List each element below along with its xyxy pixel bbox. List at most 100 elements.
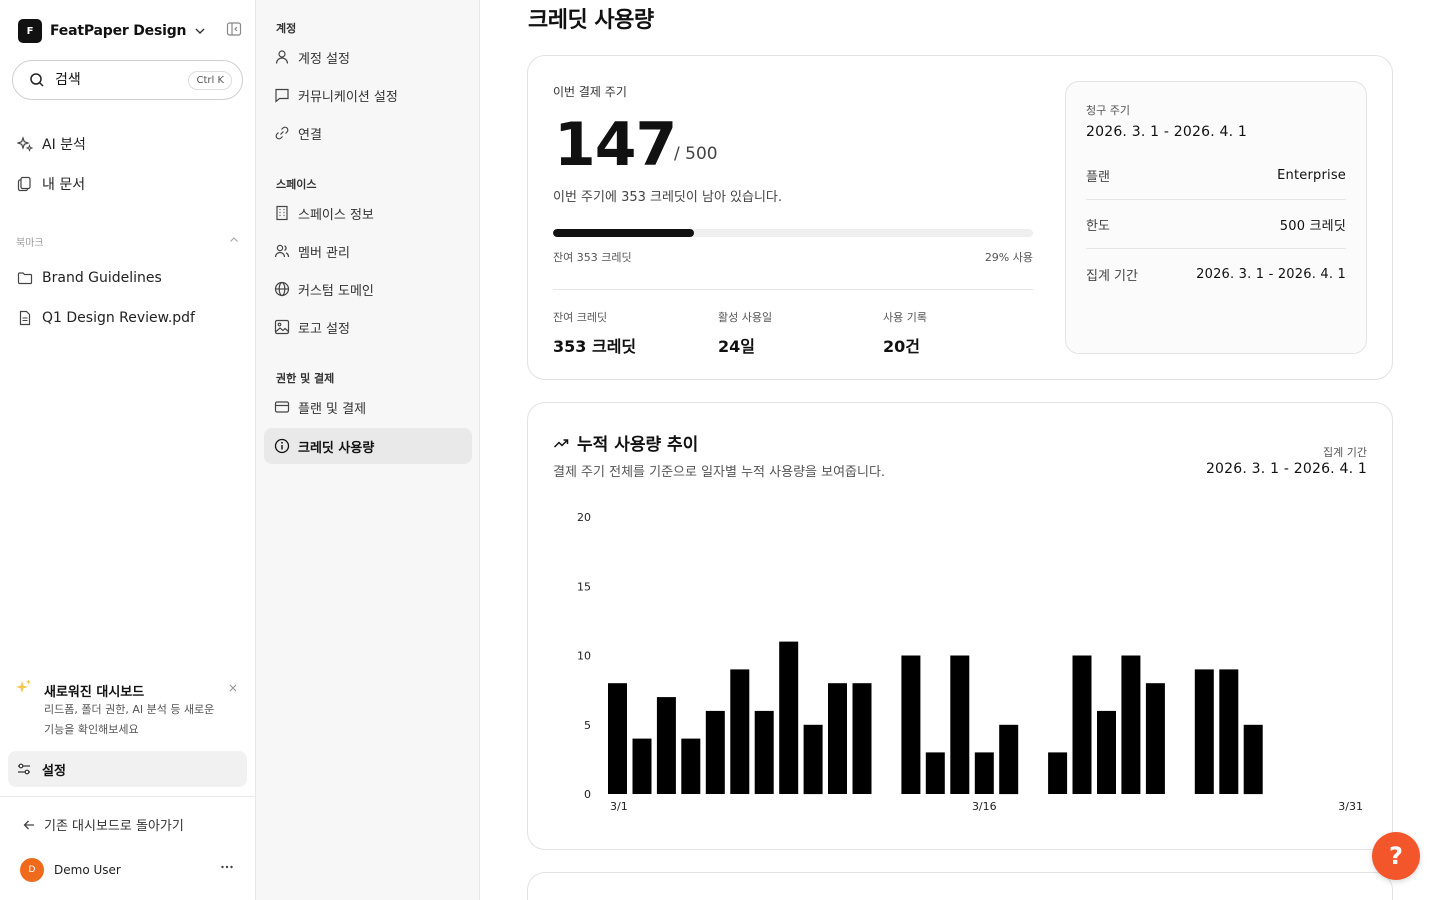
chart-bar[interactable] bbox=[705, 710, 725, 794]
billing-row-label: 집계 기간 bbox=[1086, 268, 1138, 284]
billing-info-panel: 청구 주기 2026. 3. 1 - 2026. 4. 1 플랜 Enterpr… bbox=[1065, 81, 1367, 354]
settings-button[interactable]: 설정 bbox=[8, 751, 247, 787]
workspace-logo: F bbox=[18, 19, 42, 43]
billing-row-label: 한도 bbox=[1086, 219, 1110, 234]
settings-item-connections[interactable]: 연결 bbox=[264, 115, 472, 151]
settings-item-label: 로고 설정 bbox=[298, 321, 350, 337]
bookmark-label: Q1 Design Review.pdf bbox=[42, 310, 195, 326]
chevron-up-icon[interactable] bbox=[228, 234, 240, 249]
sidebar-toggle-icon[interactable] bbox=[226, 21, 242, 37]
settings-item-label: 연결 bbox=[298, 127, 322, 143]
settings-item-space-info[interactable]: 스페이스 정보 bbox=[264, 195, 472, 231]
sidebar-item-label: 내 문서 bbox=[42, 177, 86, 193]
chart-bar[interactable] bbox=[803, 724, 823, 795]
billing-row-limit: 한도 500 크레딧 bbox=[1086, 201, 1346, 249]
users-icon bbox=[274, 243, 290, 259]
settings-item-communication[interactable]: 커뮤니케이션 설정 bbox=[264, 77, 472, 113]
promo-banner: 새로워진 대시보드 리드폼, 폴더 권한, AI 분석 등 새로운 기능을 확인… bbox=[14, 678, 246, 742]
chart-bar[interactable] bbox=[730, 669, 750, 794]
chart-bar[interactable] bbox=[1194, 669, 1214, 794]
chart-bar[interactable] bbox=[974, 752, 994, 794]
settings-item-plan-billing[interactable]: 플랜 및 결제 bbox=[264, 389, 472, 425]
folder-icon bbox=[16, 269, 34, 287]
chart-bar[interactable] bbox=[1048, 752, 1068, 794]
usage-trend-card: 누적 사용량 추이 결제 주기 전체를 기준으로 일자별 누적 사용량을 보여줍… bbox=[527, 402, 1393, 850]
settings-item-label: 계정 설정 bbox=[298, 51, 350, 67]
help-button[interactable]: ? bbox=[1372, 832, 1420, 880]
search-box[interactable]: Ctrl K bbox=[12, 60, 243, 100]
credits-total: / 500 bbox=[674, 144, 718, 164]
settings-item-credit-usage[interactable]: 크레딧 사용량 bbox=[264, 428, 472, 464]
sidebar-item-my-documents[interactable]: 내 문서 bbox=[16, 172, 85, 196]
bookmarks-header[interactable]: 북마크 bbox=[16, 234, 240, 249]
chart-bar[interactable] bbox=[901, 655, 921, 795]
settings-item-label: 플랜 및 결제 bbox=[298, 401, 367, 417]
settings-item-label: 멤버 관리 bbox=[298, 245, 350, 261]
chart-bar[interactable] bbox=[950, 655, 970, 795]
settings-item-logo[interactable]: 로고 설정 bbox=[264, 309, 472, 345]
chart-bar[interactable] bbox=[779, 641, 799, 794]
settings-item-label: 크레딧 사용량 bbox=[298, 440, 375, 456]
chart-bar[interactable] bbox=[1121, 655, 1141, 795]
sparkle-icon bbox=[14, 678, 34, 702]
file-icon bbox=[16, 309, 34, 327]
usage-progress-bar bbox=[553, 229, 1033, 237]
close-icon[interactable] bbox=[228, 682, 238, 697]
sidebar: F FeatPaper Design Ctrl K AI 분석 내 문서 북마크 bbox=[0, 0, 256, 900]
workspace-name: FeatPaper Design bbox=[50, 23, 187, 39]
chart-bar[interactable] bbox=[925, 752, 945, 794]
chart-bar[interactable] bbox=[852, 683, 872, 794]
settings-nav: 계정 계정 설정 커뮤니케이션 설정 연결 스페이스 스페이스 정보 멤버 관리… bbox=[256, 0, 480, 900]
more-icon[interactable] bbox=[220, 860, 234, 878]
chart-bar[interactable] bbox=[1243, 724, 1263, 795]
credit-card-icon bbox=[274, 399, 290, 415]
divider bbox=[553, 289, 1033, 290]
billing-row-value: Enterprise bbox=[1277, 168, 1346, 183]
chart-bar[interactable] bbox=[656, 697, 676, 794]
search-input[interactable] bbox=[55, 72, 175, 88]
billing-row-period: 집계 기간 2026. 3. 1 - 2026. 4. 1 bbox=[1086, 250, 1346, 298]
stat-remaining-credits: 잔여 크레딧 353 크레딧 bbox=[553, 309, 636, 357]
billing-cycle-label: 청구 주기 bbox=[1086, 104, 1130, 117]
chart-bar[interactable] bbox=[1072, 655, 1092, 795]
stat-label: 사용 기록 bbox=[883, 311, 927, 324]
stat-label: 활성 사용일 bbox=[718, 311, 773, 324]
y-tick-label: 5 bbox=[584, 719, 591, 732]
chart-bar[interactable] bbox=[828, 683, 847, 794]
workspace-switcher[interactable]: F FeatPaper Design bbox=[18, 18, 244, 44]
remaining-credits-caption: 잔여 353 크레딧 bbox=[553, 251, 632, 264]
chart-bar[interactable] bbox=[754, 710, 774, 794]
billing-row-value: 500 크레딧 bbox=[1279, 219, 1346, 234]
image-icon bbox=[274, 319, 290, 335]
bookmark-item-brand-guidelines[interactable]: Brand Guidelines bbox=[16, 266, 162, 290]
back-to-legacy-dashboard-link[interactable]: 기존 대시보드로 돌아가기 bbox=[22, 815, 184, 834]
section-title-account: 계정 bbox=[276, 22, 297, 35]
usage-card: 이번 결제 주기 147 / 500 이번 주기에 353 크레딧이 남아 있습… bbox=[527, 55, 1393, 380]
y-tick-label: 0 bbox=[584, 788, 591, 801]
settings-item-members[interactable]: 멤버 관리 bbox=[264, 233, 472, 269]
globe-icon bbox=[274, 281, 290, 297]
settings-item-custom-domain[interactable]: 커스텀 도메인 bbox=[264, 271, 472, 307]
chart-bar[interactable] bbox=[632, 738, 652, 794]
x-tick-label: 3/16 bbox=[972, 800, 997, 813]
stat-active-days: 활성 사용일 24일 bbox=[718, 309, 772, 357]
chart-bar[interactable] bbox=[999, 724, 1019, 795]
chart-bar[interactable] bbox=[608, 683, 627, 794]
chart-bar[interactable] bbox=[1145, 683, 1165, 794]
chart-bar[interactable] bbox=[1219, 669, 1239, 794]
remaining-text: 이번 주기에 353 크레딧이 남아 있습니다. bbox=[553, 190, 783, 205]
stat-value: 20건 bbox=[883, 337, 920, 356]
billing-row-value: 2026. 3. 1 - 2026. 4. 1 bbox=[1196, 266, 1346, 282]
user-profile[interactable]: D Demo User bbox=[20, 858, 240, 882]
settings-item-account[interactable]: 계정 설정 bbox=[264, 39, 472, 75]
settings-item-label: 커뮤니케이션 설정 bbox=[298, 89, 398, 105]
y-tick-label: 20 bbox=[577, 511, 591, 524]
chart-bar[interactable] bbox=[681, 738, 701, 794]
sidebar-item-ai-analysis[interactable]: AI 분석 bbox=[16, 132, 86, 156]
stat-value: 24일 bbox=[718, 337, 755, 356]
chart-bar[interactable] bbox=[1097, 710, 1116, 794]
bookmark-item-q1-design-review[interactable]: Q1 Design Review.pdf bbox=[16, 306, 195, 330]
link-icon bbox=[274, 125, 290, 141]
search-shortcut-badge: Ctrl K bbox=[188, 71, 232, 90]
usage-bar-chart: 0 5 10 15 20 3/1 3/16 3/31 bbox=[577, 511, 1363, 813]
